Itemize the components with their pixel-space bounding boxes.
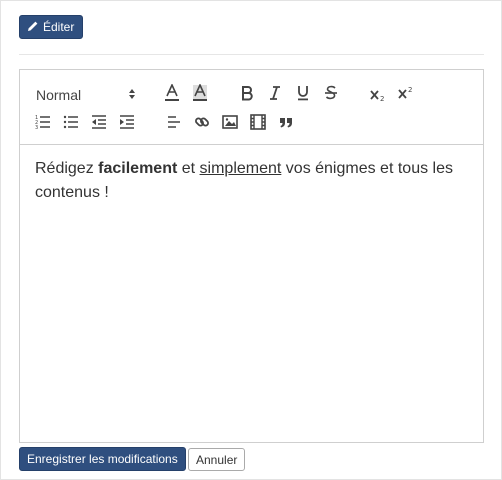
save-button[interactable]: Enregistrer les modifications — [19, 447, 186, 471]
image-icon[interactable] — [221, 113, 239, 131]
align-icon[interactable] — [165, 113, 183, 131]
svg-text:2: 2 — [380, 95, 384, 102]
text-color-icon[interactable] — [163, 84, 181, 102]
svg-text:3: 3 — [35, 125, 38, 130]
strike-icon[interactable] — [322, 84, 340, 102]
italic-icon[interactable] — [266, 84, 284, 102]
editor-content[interactable]: Rédigez facilement et simplement vos éni… — [35, 157, 465, 205]
superscript-icon[interactable]: 2 — [397, 84, 415, 102]
bold-icon[interactable] — [238, 84, 256, 102]
select-arrows-icon — [128, 87, 136, 103]
content-text: Rédigez — [35, 160, 99, 177]
content-underlined-text: simplement — [199, 160, 282, 177]
cancel-button[interactable]: Annuler — [188, 448, 246, 471]
divider — [19, 54, 484, 55]
ordered-list-icon[interactable]: 123 — [34, 113, 52, 131]
rich-text-editor: Normal 2 2 1 2 3 Rédigez facilement et s… — [19, 69, 484, 443]
svg-text:2: 2 — [408, 86, 412, 94]
underline-icon[interactable] — [294, 84, 312, 102]
edit-button[interactable]: Éditer — [19, 15, 84, 39]
content-text: et — [177, 160, 200, 177]
pencil-icon — [27, 20, 39, 35]
edit-button-label: Éditer — [43, 20, 75, 34]
indent-icon[interactable] — [118, 113, 136, 131]
link-icon[interactable] — [193, 113, 211, 131]
editor-toolbar: Normal 2 2 1 2 3 — [20, 70, 483, 145]
subscript-icon[interactable]: 2 — [369, 86, 387, 104]
format-select-value: Normal — [36, 87, 82, 103]
content-bold-text: facilement — [98, 160, 178, 177]
video-icon[interactable] — [249, 113, 267, 131]
background-color-icon[interactable] — [191, 84, 209, 102]
outdent-icon[interactable] — [90, 113, 108, 131]
editor-panel: Éditer Normal 2 2 1 2 3 Rédigez facileme… — [0, 0, 502, 480]
blockquote-icon[interactable] — [277, 113, 295, 131]
format-select[interactable]: Normal — [36, 84, 136, 106]
bullet-list-icon[interactable] — [62, 113, 80, 131]
